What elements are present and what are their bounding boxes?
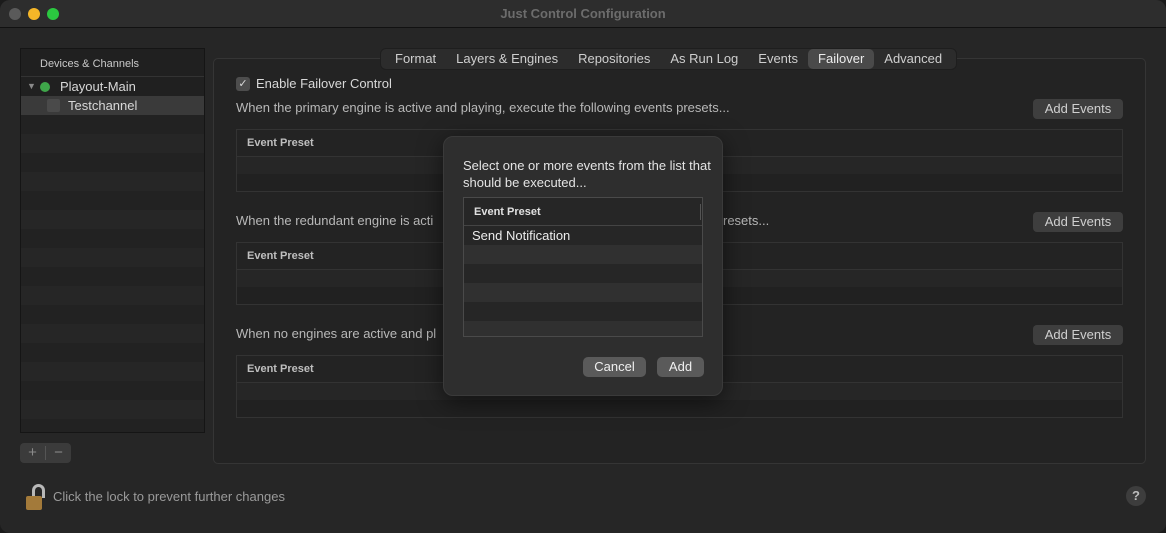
tab-repositories[interactable]: Repositories — [568, 49, 660, 69]
empty-row — [464, 302, 702, 321]
help-button[interactable]: ? — [1126, 486, 1146, 506]
dialog-message: Select one or more events from the list … — [463, 158, 711, 190]
channel-icon — [47, 99, 60, 112]
add-events-button-none[interactable]: Add Events — [1033, 325, 1123, 345]
window-title: Just Control Configuration — [500, 6, 666, 21]
primary-engine-description: When the primary engine is active and pl… — [236, 100, 730, 115]
app-window: Just Control Configuration Devices & Cha… — [0, 0, 1166, 533]
enable-failover-checkbox[interactable]: ✓ — [236, 77, 250, 91]
tab-events[interactable]: Events — [748, 49, 808, 69]
add-button[interactable]: Add — [657, 357, 704, 377]
empty-row — [464, 283, 702, 302]
chevron-down-icon[interactable]: ▼ — [27, 77, 36, 96]
empty-row — [464, 245, 702, 264]
status-dot-icon — [40, 82, 50, 92]
sidebar-item-testchannel[interactable]: Testchannel — [21, 96, 204, 115]
tab-format[interactable]: Format — [385, 49, 446, 69]
empty-row — [464, 264, 702, 283]
tab-failover[interactable]: Failover — [808, 49, 875, 69]
devices-sidebar: Devices & Channels ▼ Playout-Main Testch… — [20, 48, 205, 433]
tab-advanced[interactable]: Advanced — [874, 49, 952, 69]
sidebar-item-label: Playout-Main — [60, 79, 136, 94]
add-remove-control: + − — [20, 443, 71, 463]
cancel-button[interactable]: Cancel — [583, 357, 646, 377]
tab-as-run-log[interactable]: As Run Log — [660, 49, 748, 69]
sidebar-empty-rows — [21, 115, 204, 432]
lock-hint-text: Click the lock to prevent further change… — [53, 489, 285, 504]
tab-bar: Format Layers & Engines Repositories As … — [380, 48, 958, 70]
sidebar-item-label: Testchannel — [68, 98, 138, 113]
tab-layers-engines[interactable]: Layers & Engines — [446, 49, 568, 69]
add-device-button[interactable]: + — [20, 444, 45, 461]
event-preset-list[interactable]: Event Preset Send Notification — [463, 197, 703, 337]
remove-device-button[interactable]: − — [46, 444, 71, 461]
sidebar-header: Devices & Channels — [21, 49, 204, 77]
list-item[interactable]: Send Notification — [464, 226, 702, 245]
add-events-dialog: Select one or more events from the list … — [443, 136, 723, 396]
empty-row — [464, 321, 702, 336]
enable-failover-label: Enable Failover Control — [256, 76, 392, 91]
column-header[interactable]: Event Preset — [464, 198, 702, 226]
add-events-button-redundant[interactable]: Add Events — [1033, 212, 1123, 232]
title-bar: Just Control Configuration — [0, 0, 1166, 28]
sidebar-item-playout-main[interactable]: ▼ Playout-Main — [21, 77, 204, 96]
add-events-button-primary[interactable]: Add Events — [1033, 99, 1123, 119]
no-engines-description: When no engines are active and pl — [236, 326, 437, 341]
redundant-engine-description: When the redundant engine is acti — [236, 213, 434, 228]
redundant-engine-description-tail: resets... — [723, 213, 770, 228]
